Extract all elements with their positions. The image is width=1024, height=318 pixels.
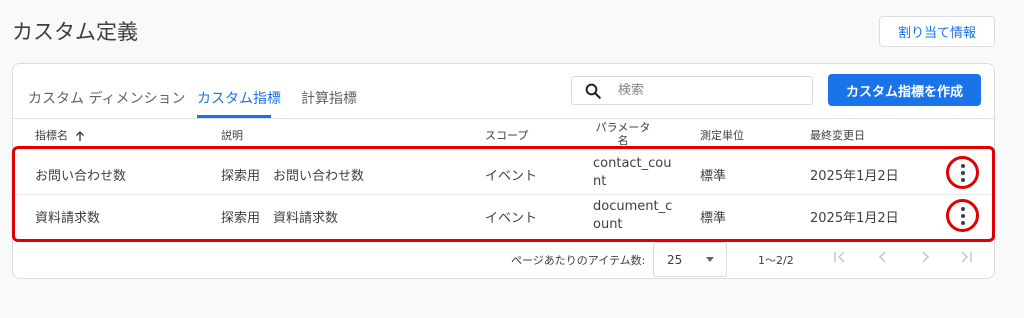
column-header-description[interactable]: 説明 [221,127,243,143]
tab-custom-dimensions[interactable]: カスタム ディメンション [28,88,185,108]
tabs-divider [13,118,994,119]
column-header-name[interactable]: 指標名 [35,127,85,143]
first-page-icon[interactable] [832,249,848,265]
next-page-icon[interactable] [917,249,933,265]
attribution-button[interactable]: 割り当て情報 [879,16,995,47]
create-custom-metric-button[interactable]: カスタム指標を作成 [828,74,981,106]
previous-page-icon[interactable] [875,249,891,265]
items-per-page-label: ページあたりのアイテム数: [511,254,646,267]
column-header-unit[interactable]: 測定単位 [700,127,744,143]
page-title: カスタム定義 [12,20,138,44]
column-header-modified[interactable]: 最終変更日 [810,127,865,143]
tab-custom-metrics[interactable]: カスタム指標 [197,88,281,108]
column-header-scope[interactable]: スコープ [485,127,528,143]
search-box[interactable] [571,76,813,105]
search-icon [585,83,601,99]
dropdown-arrow-icon [706,257,714,262]
highlight-rows-box [12,146,995,242]
last-page-icon[interactable] [958,249,974,265]
search-input[interactable] [618,83,788,98]
arrow-up-icon[interactable] [75,130,85,142]
highlight-kebab-circle [946,156,979,189]
page-range: 1～2/2 [758,254,794,267]
items-per-page-select[interactable]: 25 [653,242,727,277]
highlight-kebab-circle [946,199,979,232]
column-header-parameter[interactable]: パラメータ名 [595,121,651,147]
tab-calculated-metrics[interactable]: 計算指標 [301,88,357,108]
